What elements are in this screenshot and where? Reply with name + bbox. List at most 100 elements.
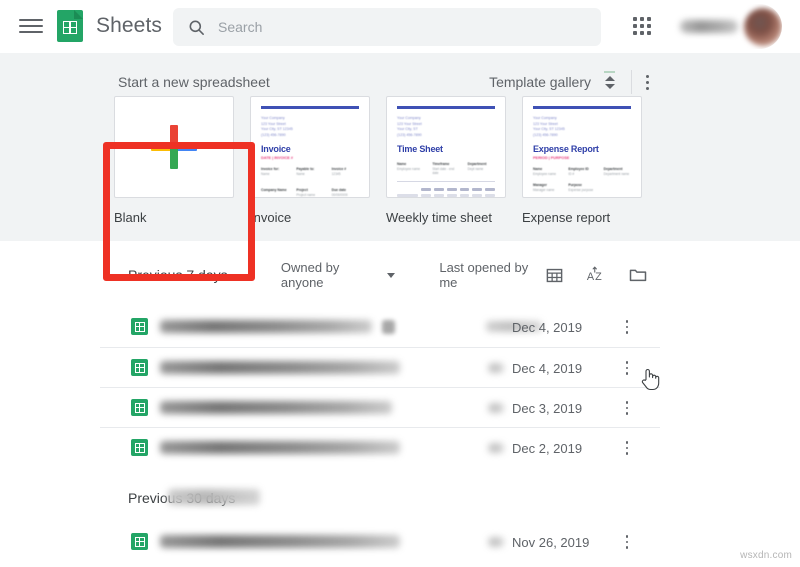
template-field-head: Project (296, 188, 308, 193)
template-card-weekly-time-sheet[interactable]: Your Company 123 Your Street Your City, … (386, 96, 506, 225)
google-sheets-logo-icon[interactable] (57, 10, 83, 42)
row-more-options-kebab-icon[interactable] (618, 359, 636, 377)
page-title: Start a new spreadsheet (118, 74, 270, 90)
table-row[interactable]: Nov 26, 2019 (100, 522, 660, 562)
row-more-options-kebab-icon[interactable] (618, 318, 636, 336)
template-field-value: 12345 (331, 172, 341, 177)
svg-text:Z: Z (595, 271, 602, 283)
file-date: Nov 26, 2019 (512, 535, 590, 550)
template-field-head: Manager (533, 183, 547, 188)
google-sheets-file-icon (131, 399, 148, 416)
template-field-value: Start date - end date (432, 167, 455, 176)
file-date: Dec 3, 2019 (512, 401, 583, 416)
template-field-head: Name (533, 167, 543, 172)
chevron-up-down-icon[interactable] (599, 71, 621, 93)
row-more-options-kebab-icon[interactable] (618, 533, 636, 551)
template-doc-title: Time Sheet (397, 144, 443, 155)
file-owner-redacted (488, 443, 504, 453)
divider (631, 70, 632, 94)
template-field-head: Department (603, 167, 623, 172)
list-section-title: Previous 7 days (128, 267, 228, 283)
file-date: Dec 4, 2019 (512, 361, 583, 376)
template-label-weekly-time-sheet: Weekly time sheet (386, 210, 492, 225)
table-row[interactable]: Dec 3, 2019 (100, 387, 660, 427)
folder-icon[interactable] (628, 265, 648, 285)
template-field-head: Name (397, 162, 407, 167)
brand-name: Sheets (96, 14, 162, 37)
account-chip[interactable] (672, 4, 782, 49)
chevron-down-icon (387, 272, 396, 278)
watermark: wsxdn.com (740, 550, 792, 561)
template-address-line3: (123) 456-7890 (261, 132, 286, 137)
template-card-expense-report[interactable]: Your Company 123 Your Street Your City, … (522, 96, 642, 225)
shared-badge-icon (382, 320, 395, 334)
template-gallery-button[interactable]: Template gallery (489, 74, 591, 90)
table-row[interactable]: Dec 4, 2019 (100, 347, 660, 387)
template-label-invoice: Invoice (250, 210, 292, 225)
search-icon (189, 20, 204, 35)
template-thumbnail-expense-report[interactable]: Your Company 123 Your Street Your City, … (522, 96, 642, 198)
owner-filter-label: Owned by anyone (280, 260, 340, 290)
grid-view-icon[interactable] (545, 266, 564, 285)
template-card-row: Blank Your Company 123 Your Street Your … (114, 96, 642, 225)
row-more-options-kebab-icon[interactable] (618, 399, 636, 417)
template-card-invoice[interactable]: Your Company 123 Your Street Your City, … (250, 96, 370, 225)
template-doc-subtitle: PERIOD | PURPOSE (533, 156, 570, 161)
search-bar[interactable]: Search (173, 8, 601, 46)
file-owner-redacted (488, 537, 504, 547)
template-field-value: Dept name (467, 167, 484, 172)
template-field-value: Manager name (533, 188, 555, 193)
file-date: Dec 2, 2019 (512, 441, 583, 456)
template-field-value: 00/00/0000 (331, 193, 348, 198)
google-sheets-file-icon (131, 533, 148, 550)
template-doc-title: Expense Report (533, 144, 599, 155)
template-thumbnail-blank[interactable] (114, 96, 234, 198)
template-field-head: Invoice for: (261, 167, 280, 172)
template-card-blank[interactable]: Blank (114, 96, 234, 225)
template-label-blank: Blank (114, 210, 147, 225)
file-name-redacted (160, 535, 400, 548)
file-date: Dec 4, 2019 (512, 320, 583, 335)
file-name-redacted (160, 320, 372, 333)
template-field-value: Name (296, 172, 305, 177)
google-sheets-file-icon (131, 359, 148, 376)
more-options-kebab-icon[interactable] (636, 71, 658, 93)
filter-bar: Previous 7 days Owned by anyone Last ope… (128, 260, 648, 290)
search-input-placeholder[interactable]: Search (218, 19, 262, 35)
template-field-head: Due date (331, 188, 346, 193)
row-more-options-kebab-icon[interactable] (618, 439, 636, 457)
file-owner-redacted (488, 363, 504, 373)
template-field-head: Invoice # (331, 167, 347, 172)
google-sheets-file-icon (131, 318, 148, 335)
table-row[interactable]: Dec 4, 2019 (100, 307, 660, 347)
avatar[interactable] (744, 7, 782, 46)
template-field-value: Department name (603, 172, 630, 177)
section-title-redaction-overlay (168, 489, 260, 505)
sort-az-icon[interactable]: A Z (586, 265, 606, 285)
template-field-head: Company Name (261, 188, 287, 193)
template-field-head: Timeframe (432, 162, 450, 167)
template-thumbnail-invoice[interactable]: Your Company 123 Your Street Your City, … (250, 96, 370, 198)
template-field-value: Project name (296, 193, 316, 198)
table-row[interactable]: Dec 2, 2019 (100, 427, 660, 467)
app-launcher-grid-icon[interactable] (630, 14, 654, 38)
template-field-value: ID # (568, 172, 575, 177)
google-sheets-file-icon (131, 439, 148, 456)
template-field-head: Employee ID (568, 167, 589, 172)
start-new-spreadsheet-section: Start a new spreadsheet Template gallery (0, 53, 800, 281)
file-name-redacted (160, 401, 392, 414)
hamburger-menu-icon[interactable] (19, 17, 43, 35)
template-field-head: Department (467, 162, 487, 167)
template-thumbnail-weekly-time-sheet[interactable]: Your Company 123 Your Street Your City, … (386, 96, 506, 198)
template-mini-table (397, 188, 495, 197)
template-address-line3: (123) 456-7890 (533, 132, 558, 137)
owner-filter-dropdown[interactable]: Owned by anyone (280, 260, 396, 290)
file-owner-redacted (488, 403, 504, 413)
sort-order-label[interactable]: Last opened by me (439, 260, 545, 290)
template-field-value: Name (261, 172, 270, 177)
template-field-value: Employee name (397, 167, 421, 172)
google-sheets-home-page: Sheets Search Start a new spreadsheet Te… (0, 0, 800, 567)
svg-text:A: A (587, 271, 595, 283)
template-doc-title: Invoice (261, 144, 291, 155)
template-field-head: Purpose (568, 183, 582, 188)
